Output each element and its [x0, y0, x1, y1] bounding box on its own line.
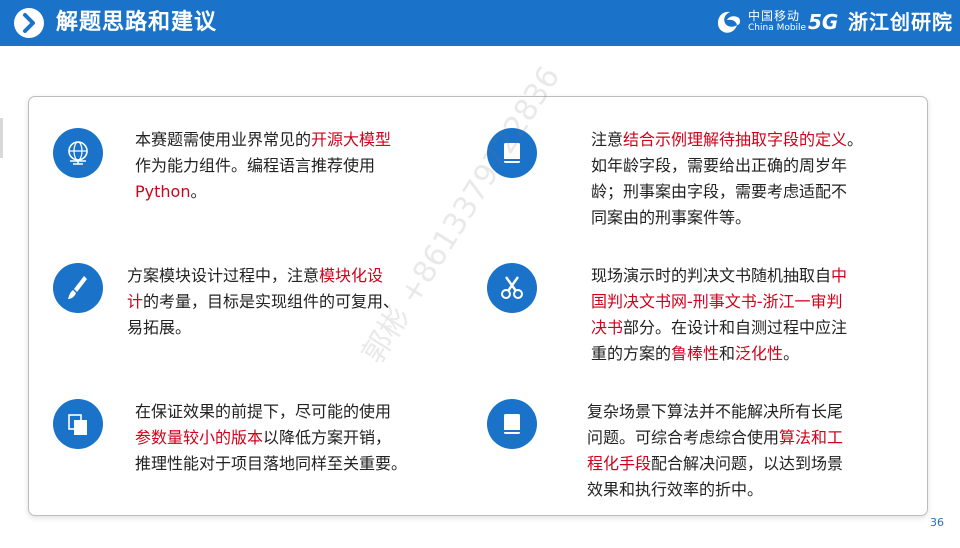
body-text: 的考量，目标是实现组件的可复用、 — [143, 292, 400, 311]
highlight-text: 国判决文书网-刑事文书-浙江一审判 — [591, 292, 843, 311]
text-line: 注意结合示例理解待抽取字段的定义。 — [591, 127, 863, 153]
item-text-1: 本赛题需使用业界常见的开源大模型作为能力组件。编程语言推荐使用 Python。 — [135, 127, 391, 205]
body-text: 同案由的刑事案件等。 — [591, 208, 752, 227]
item-text-3: 方案模块设计过程中，注意模块化设 计的考量，目标是实现组件的可复用、 易拓展。 — [127, 263, 399, 341]
body-text: 易拓展。 — [127, 318, 192, 337]
book-icon — [487, 399, 537, 449]
highlight-text: 参数量较小的版本 — [135, 428, 264, 447]
item-text-4: 现场演示时的判决文书随机抽取自中 国判决文书网-刑事文书-浙江一审判 决书部分。在设… — [591, 263, 847, 367]
highlight-text: 鲁棒性 — [671, 344, 720, 363]
text-line: 参数量较小的版本以降低方案开销， — [135, 425, 407, 451]
body-text: 复杂场景下算法并不能解决所有长尾 — [587, 402, 844, 421]
text-line: 复杂场景下算法并不能解决所有长尾 — [587, 399, 843, 425]
item-text-2: 注意结合示例理解待抽取字段的定义。如年龄字段，需要给出正确的周岁年 龄；刑事案由字… — [591, 127, 863, 231]
highlight-text: 决书 — [591, 318, 624, 337]
highlight-text: 开源大模型 — [311, 130, 392, 149]
body-text: 。 — [783, 344, 800, 363]
highlight-text: Python — [135, 182, 191, 201]
body-text: 。 — [847, 130, 864, 149]
body-text: 配合解决问题，以达到场景 — [651, 454, 844, 473]
body-text: 作为能力组件。编程语言推荐使用 — [135, 156, 376, 175]
highlight-text: 结合示例理解待抽取字段的定义 — [623, 130, 848, 149]
body-text: 本赛题需使用业界常见的 — [135, 130, 312, 149]
chevron-right-icon — [14, 8, 44, 38]
text-line: 问题。可综合考虑综合使用算法和工 — [587, 425, 843, 451]
body-text: 重的方案的 — [591, 344, 672, 363]
scissors-icon — [487, 263, 537, 313]
text-line: 龄；刑事案由字段，需要考虑适配不 — [591, 179, 863, 205]
highlight-text: 算法和工 — [779, 428, 844, 447]
body-text: 在保证效果的前提下，尽可能的使用 — [135, 402, 392, 421]
body-text: 龄；刑事案由字段，需要考虑适配不 — [591, 182, 848, 201]
text-line: 重的方案的鲁棒性和泛化性。 — [591, 341, 847, 367]
side-divider — [0, 118, 3, 158]
brand-zj: 浙江创研院 — [848, 10, 953, 34]
highlight-text: 程化手段 — [587, 454, 652, 473]
text-line: Python。 — [135, 179, 391, 205]
china-mobile-logo-icon — [718, 11, 741, 33]
header-bar: 解题思路和建议 中国移动 China Mobile 5G 浙江创研院 — [0, 0, 960, 46]
body-text: 问题。可综合考虑综合使用 — [587, 428, 780, 447]
body-text: 。 — [190, 182, 207, 201]
text-line: 推理性能对于项目落地同样至关重要。 — [135, 451, 407, 477]
text-line: 方案模块设计过程中，注意模块化设 — [127, 263, 399, 289]
item-text-5: 在保证效果的前提下，尽可能的使用 参数量较小的版本以降低方案开销， 推理性能对于项目… — [135, 399, 407, 477]
highlight-text: 泛化性 — [735, 344, 784, 363]
watermark: 郭彬 +8613379722836 — [355, 60, 568, 370]
highlight-text: 中 — [831, 266, 848, 285]
body-text: 方案模块设计过程中，注意 — [127, 266, 320, 285]
globe-icon — [53, 128, 103, 178]
text-line: 现场演示时的判决文书随机抽取自中 — [591, 263, 847, 289]
brand-name-cn: 中国移动 — [748, 9, 801, 23]
copy-icon — [53, 399, 103, 449]
text-line: 国判决文书网-刑事文书-浙江一审判 — [591, 289, 847, 315]
body-text: 部分。在设计和自测过程中应注 — [623, 318, 848, 337]
highlight-text: 计 — [127, 292, 144, 311]
page-number: 36 — [930, 516, 944, 529]
brush-icon — [53, 263, 103, 313]
body-text: 和 — [719, 344, 736, 363]
brand-5g: 5G — [808, 10, 839, 34]
text-line: 在保证效果的前提下，尽可能的使用 — [135, 399, 407, 425]
text-line: 计的考量，目标是实现组件的可复用、 — [127, 289, 399, 315]
highlight-text: 模块化设 — [319, 266, 384, 285]
text-line: 本赛题需使用业界常见的开源大模型 — [135, 127, 391, 153]
body-text: 以降低方案开销， — [263, 428, 392, 447]
text-line: 同案由的刑事案件等。 — [591, 205, 863, 231]
brand-logo-area: 中国移动 China Mobile 5G 浙江创研院 — [712, 6, 956, 40]
text-line: 如年龄字段，需要给出正确的周岁年 — [591, 153, 863, 179]
text-line: 作为能力组件。编程语言推荐使用 — [135, 153, 391, 179]
text-line: 决书部分。在设计和自测过程中应注 — [591, 315, 847, 341]
body-text: 现场演示时的判决文书随机抽取自 — [591, 266, 832, 285]
page-title: 解题思路和建议 — [56, 10, 218, 35]
body-text: 如年龄字段，需要给出正确的周岁年 — [591, 156, 848, 175]
body-text: 推理性能对于项目落地同样至关重要。 — [135, 454, 408, 473]
brand-name-en: China Mobile — [748, 23, 807, 33]
text-line: 程化手段配合解决问题，以达到场景 — [587, 451, 843, 477]
item-text-6: 复杂场景下算法并不能解决所有长尾 问题。可综合考虑综合使用算法和工 程化手段配合解决… — [587, 399, 843, 503]
body-text: 效果和执行效率的折中。 — [587, 480, 764, 499]
text-line: 效果和执行效率的折中。 — [587, 477, 843, 503]
body-text: 注意 — [591, 130, 624, 149]
content-card: 本赛题需使用业界常见的开源大模型 作为能力组件。编程语言推荐使用 Python。 注… — [28, 61, 928, 516]
